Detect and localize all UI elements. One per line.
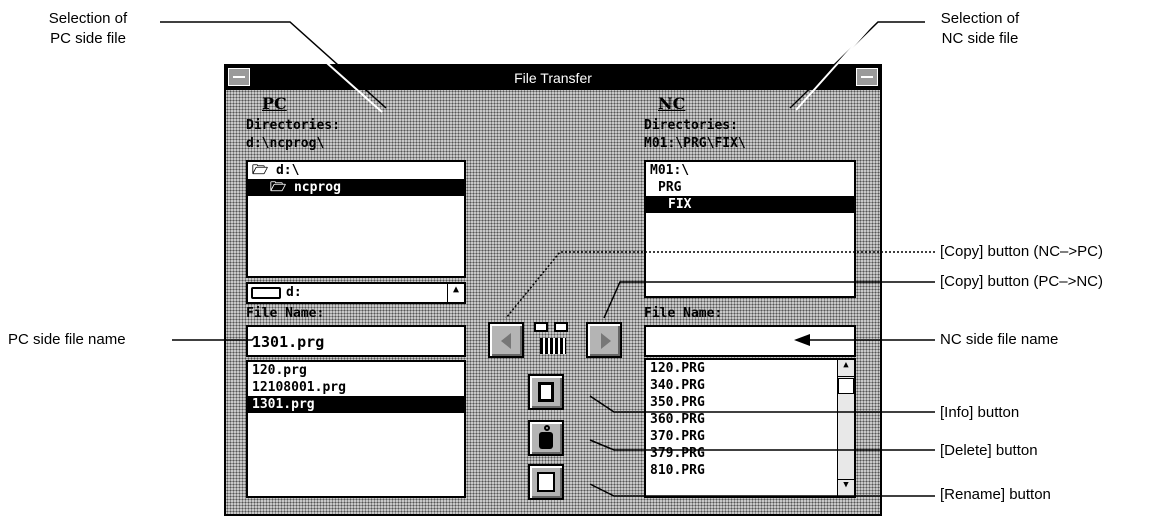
leader-info	[589, 395, 935, 413]
leader-pc-file-name	[172, 337, 255, 341]
leader-rename	[589, 483, 935, 497]
arrowhead-nc-file-name	[794, 334, 810, 346]
leader-lines	[160, 21, 935, 497]
leader-pc-selection	[160, 21, 387, 109]
leader-delete	[589, 439, 935, 451]
leader-copy-pc-nc	[603, 281, 935, 319]
leader-copy-nc-pc	[505, 251, 935, 319]
